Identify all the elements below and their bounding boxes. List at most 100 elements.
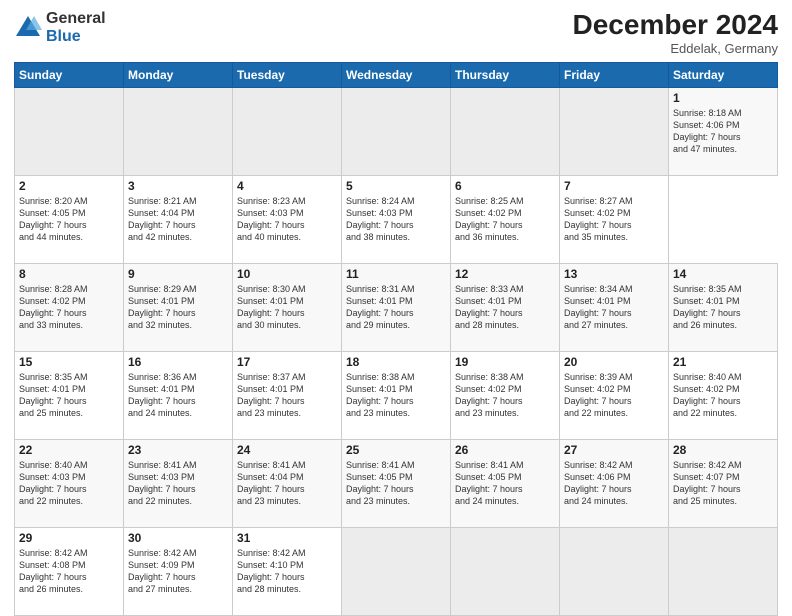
day-number: 9 bbox=[128, 267, 228, 281]
logo-general: General bbox=[46, 10, 106, 28]
calendar-cell: 27 Sunrise: 8:42 AMSunset: 4:06 PMDayligh… bbox=[560, 439, 669, 527]
calendar-cell: 29 Sunrise: 8:42 AMSunset: 4:08 PMDayligh… bbox=[15, 527, 124, 615]
calendar-cell-empty bbox=[342, 527, 451, 615]
day-number: 1 bbox=[673, 91, 773, 105]
cell-text: Sunrise: 8:40 AMSunset: 4:03 PMDaylight:… bbox=[19, 460, 88, 506]
cell-text: Sunrise: 8:42 AMSunset: 4:08 PMDaylight:… bbox=[19, 548, 88, 594]
calendar-cell: 3 Sunrise: 8:21 AMSunset: 4:04 PMDaylight… bbox=[124, 175, 233, 263]
day-header-saturday: Saturday bbox=[669, 62, 778, 87]
cell-text: Sunrise: 8:31 AMSunset: 4:01 PMDaylight:… bbox=[346, 284, 415, 330]
day-number: 3 bbox=[128, 179, 228, 193]
calendar-cell: 9 Sunrise: 8:29 AMSunset: 4:01 PMDaylight… bbox=[124, 263, 233, 351]
day-header-friday: Friday bbox=[560, 62, 669, 87]
cell-text: Sunrise: 8:38 AMSunset: 4:01 PMDaylight:… bbox=[346, 372, 415, 418]
logo-blue: Blue bbox=[46, 28, 106, 46]
day-number: 17 bbox=[237, 355, 337, 369]
calendar-cell-empty bbox=[451, 87, 560, 175]
calendar-cell: 14 Sunrise: 8:35 AMSunset: 4:01 PMDayligh… bbox=[669, 263, 778, 351]
calendar-cell-empty bbox=[342, 87, 451, 175]
calendar-cell: 1 Sunrise: 8:18 AMSunset: 4:06 PMDaylight… bbox=[669, 87, 778, 175]
day-header-wednesday: Wednesday bbox=[342, 62, 451, 87]
title-block: December 2024 Eddelak, Germany bbox=[573, 10, 778, 56]
calendar-cell: 20 Sunrise: 8:39 AMSunset: 4:02 PMDayligh… bbox=[560, 351, 669, 439]
calendar-cell-empty bbox=[560, 527, 669, 615]
day-number: 22 bbox=[19, 443, 119, 457]
calendar-cell: 8Sunrise: 8:28 AMSunset: 4:02 PMDaylight… bbox=[15, 263, 124, 351]
day-number: 6 bbox=[455, 179, 555, 193]
header: General Blue December 2024 Eddelak, Germ… bbox=[14, 10, 778, 56]
cell-text: Sunrise: 8:33 AMSunset: 4:01 PMDaylight:… bbox=[455, 284, 524, 330]
calendar-cell-empty bbox=[233, 87, 342, 175]
day-number: 29 bbox=[19, 531, 119, 545]
cell-text: Sunrise: 8:42 AMSunset: 4:09 PMDaylight:… bbox=[128, 548, 197, 594]
day-number: 28 bbox=[673, 443, 773, 457]
calendar-cell: 16Sunrise: 8:36 AMSunset: 4:01 PMDayligh… bbox=[124, 351, 233, 439]
day-header-tuesday: Tuesday bbox=[233, 62, 342, 87]
location: Eddelak, Germany bbox=[573, 41, 778, 56]
cell-text: Sunrise: 8:41 AMSunset: 4:05 PMDaylight:… bbox=[346, 460, 415, 506]
logo-text: General Blue bbox=[46, 10, 106, 45]
calendar-cell: 11 Sunrise: 8:31 AMSunset: 4:01 PMDayligh… bbox=[342, 263, 451, 351]
day-number: 15 bbox=[19, 355, 119, 369]
calendar-cell: 19Sunrise: 8:38 AMSunset: 4:02 PMDayligh… bbox=[451, 351, 560, 439]
calendar-cell: 18 Sunrise: 8:38 AMSunset: 4:01 PMDayligh… bbox=[342, 351, 451, 439]
day-number: 8 bbox=[19, 267, 119, 281]
day-number: 23 bbox=[128, 443, 228, 457]
calendar-cell: 23 Sunrise: 8:41 AMSunset: 4:03 PMDayligh… bbox=[124, 439, 233, 527]
calendar-cell: 25Sunrise: 8:41 AMSunset: 4:05 PMDayligh… bbox=[342, 439, 451, 527]
calendar-week-row: 15 Sunrise: 8:35 AMSunset: 4:01 PMDayligh… bbox=[15, 351, 778, 439]
day-number: 24 bbox=[237, 443, 337, 457]
day-number: 13 bbox=[564, 267, 664, 281]
day-number: 7 bbox=[564, 179, 664, 193]
calendar-cell: 6 Sunrise: 8:25 AMSunset: 4:02 PMDaylight… bbox=[451, 175, 560, 263]
day-number: 16 bbox=[128, 355, 228, 369]
calendar-cell: 7 Sunrise: 8:27 AMSunset: 4:02 PMDaylight… bbox=[560, 175, 669, 263]
day-number: 31 bbox=[237, 531, 337, 545]
calendar-week-row: 22 Sunrise: 8:40 AMSunset: 4:03 PMDayligh… bbox=[15, 439, 778, 527]
day-number: 2 bbox=[19, 179, 119, 193]
calendar-week-row: 2 Sunrise: 8:20 AMSunset: 4:05 PMDaylight… bbox=[15, 175, 778, 263]
cell-text: Sunrise: 8:23 AMSunset: 4:03 PMDaylight:… bbox=[237, 196, 306, 242]
day-number: 4 bbox=[237, 179, 337, 193]
cell-text: Sunrise: 8:25 AMSunset: 4:02 PMDaylight:… bbox=[455, 196, 524, 242]
day-header-sunday: Sunday bbox=[15, 62, 124, 87]
calendar-cell: 30Sunrise: 8:42 AMSunset: 4:09 PMDayligh… bbox=[124, 527, 233, 615]
calendar-cell: 15 Sunrise: 8:35 AMSunset: 4:01 PMDayligh… bbox=[15, 351, 124, 439]
calendar-cell: 13Sunrise: 8:34 AMSunset: 4:01 PMDayligh… bbox=[560, 263, 669, 351]
cell-text: Sunrise: 8:24 AMSunset: 4:03 PMDaylight:… bbox=[346, 196, 415, 242]
day-number: 10 bbox=[237, 267, 337, 281]
day-number: 18 bbox=[346, 355, 446, 369]
cell-text: Sunrise: 8:35 AMSunset: 4:01 PMDaylight:… bbox=[19, 372, 88, 418]
calendar-cell-empty bbox=[560, 87, 669, 175]
calendar-cell: 5Sunrise: 8:24 AMSunset: 4:03 PMDaylight… bbox=[342, 175, 451, 263]
calendar-cell: 24Sunrise: 8:41 AMSunset: 4:04 PMDayligh… bbox=[233, 439, 342, 527]
day-number: 27 bbox=[564, 443, 664, 457]
cell-text: Sunrise: 8:20 AMSunset: 4:05 PMDaylight:… bbox=[19, 196, 88, 242]
cell-text: Sunrise: 8:18 AMSunset: 4:06 PMDaylight:… bbox=[673, 108, 742, 154]
calendar-cell: 31Sunrise: 8:42 AMSunset: 4:10 PMDayligh… bbox=[233, 527, 342, 615]
cell-text: Sunrise: 8:42 AMSunset: 4:06 PMDaylight:… bbox=[564, 460, 633, 506]
calendar-cell-empty bbox=[124, 87, 233, 175]
cell-text: Sunrise: 8:21 AMSunset: 4:04 PMDaylight:… bbox=[128, 196, 197, 242]
cell-text: Sunrise: 8:41 AMSunset: 4:03 PMDaylight:… bbox=[128, 460, 197, 506]
cell-text: Sunrise: 8:39 AMSunset: 4:02 PMDaylight:… bbox=[564, 372, 633, 418]
day-header-monday: Monday bbox=[124, 62, 233, 87]
day-number: 14 bbox=[673, 267, 773, 281]
calendar-cell-empty bbox=[15, 87, 124, 175]
cell-text: Sunrise: 8:29 AMSunset: 4:01 PMDaylight:… bbox=[128, 284, 197, 330]
calendar-week-row: 29 Sunrise: 8:42 AMSunset: 4:08 PMDayligh… bbox=[15, 527, 778, 615]
calendar-cell: 2 Sunrise: 8:20 AMSunset: 4:05 PMDaylight… bbox=[15, 175, 124, 263]
cell-text: Sunrise: 8:37 AMSunset: 4:01 PMDaylight:… bbox=[237, 372, 306, 418]
calendar-cell: 17 Sunrise: 8:37 AMSunset: 4:01 PMDayligh… bbox=[233, 351, 342, 439]
month-title: December 2024 bbox=[573, 10, 778, 41]
day-number: 11 bbox=[346, 267, 446, 281]
day-number: 20 bbox=[564, 355, 664, 369]
calendar-cell: 4 Sunrise: 8:23 AMSunset: 4:03 PMDaylight… bbox=[233, 175, 342, 263]
calendar-cell-empty bbox=[669, 527, 778, 615]
cell-text: Sunrise: 8:41 AMSunset: 4:05 PMDaylight:… bbox=[455, 460, 524, 506]
cell-text: Sunrise: 8:38 AMSunset: 4:02 PMDaylight:… bbox=[455, 372, 524, 418]
cell-text: Sunrise: 8:35 AMSunset: 4:01 PMDaylight:… bbox=[673, 284, 742, 330]
cell-text: Sunrise: 8:27 AMSunset: 4:02 PMDaylight:… bbox=[564, 196, 633, 242]
cell-text: Sunrise: 8:30 AMSunset: 4:01 PMDaylight:… bbox=[237, 284, 306, 330]
calendar: SundayMondayTuesdayWednesdayThursdayFrid… bbox=[14, 62, 778, 616]
